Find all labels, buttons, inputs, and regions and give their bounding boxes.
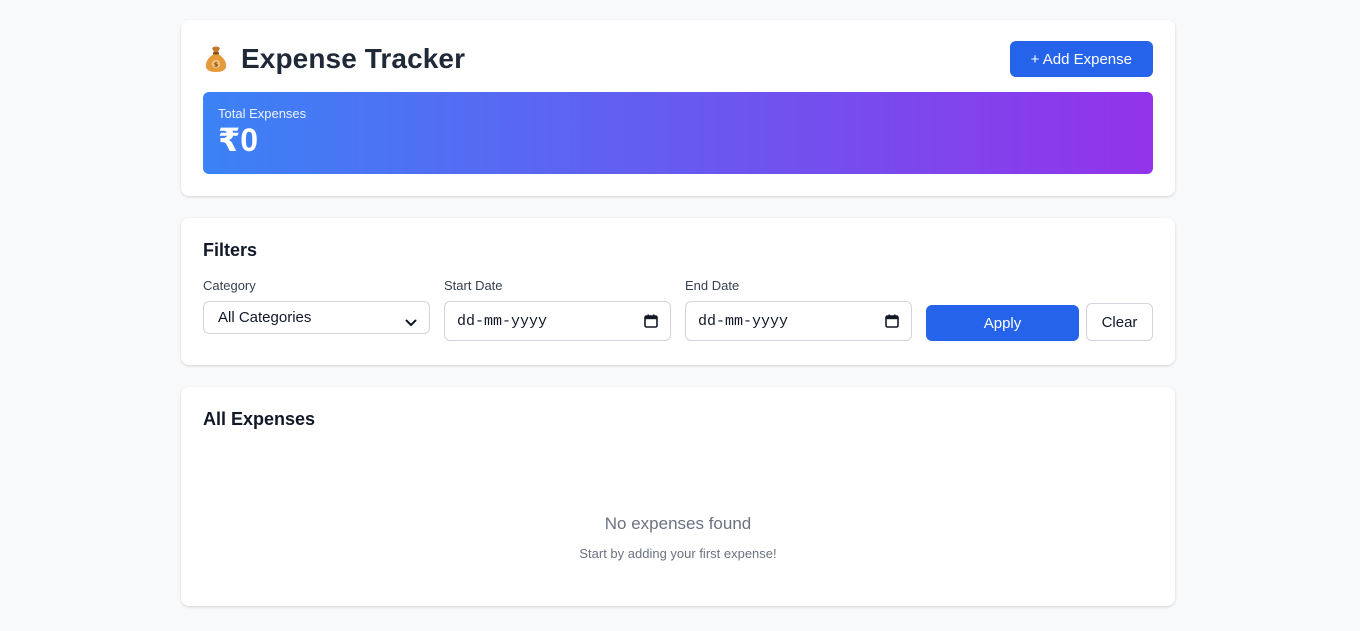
end-date-label: End Date	[685, 278, 740, 293]
category-selected-value: All Categories	[218, 309, 312, 326]
end-date-placeholder: dd-mm-yyyy	[698, 312, 789, 330]
empty-state-title: No expenses found	[604, 514, 752, 533]
calendar-icon[interactable]	[885, 314, 899, 328]
calendar-icon[interactable]	[644, 314, 658, 328]
total-expenses-value: ₹0	[218, 122, 259, 158]
start-date-input[interactable]: dd-mm-yyyy	[444, 301, 671, 341]
expenses-title: All Expenses	[203, 409, 316, 429]
header-card: $ Expense Tracker + Add Expense Total Ex…	[181, 20, 1175, 196]
chevron-down-icon	[405, 314, 417, 326]
category-label: Category	[203, 278, 256, 293]
total-expenses-label: Total Expenses	[218, 106, 307, 121]
add-expense-button[interactable]: + Add Expense	[1009, 41, 1153, 77]
filters-card: Filters Category All Categories Start Da…	[181, 218, 1175, 365]
start-date-field: Start Date dd-mm-yyyy	[444, 279, 671, 341]
clear-filters-button[interactable]: Clear	[1086, 303, 1153, 341]
start-date-placeholder: dd-mm-yyyy	[457, 312, 548, 330]
expenses-list-card: All Expenses No expenses found Start by …	[181, 387, 1175, 606]
filters-title: Filters	[203, 240, 258, 260]
empty-state: No expenses found Start by adding your f…	[203, 514, 1153, 561]
apply-filters-button[interactable]: Apply	[926, 305, 1079, 341]
end-date-field: End Date dd-mm-yyyy	[685, 279, 912, 341]
category-select[interactable]: All Categories	[203, 301, 430, 334]
category-field: Category All Categories	[203, 279, 430, 341]
empty-state-subtitle: Start by adding your first expense!	[579, 546, 777, 561]
svg-text:$: $	[214, 61, 219, 69]
end-date-input[interactable]: dd-mm-yyyy	[685, 301, 912, 341]
app-container: $ Expense Tracker + Add Expense Total Ex…	[181, 20, 1175, 606]
total-expenses-banner: Total Expenses ₹0	[203, 92, 1153, 174]
header-row: $ Expense Tracker + Add Expense	[203, 41, 1153, 77]
start-date-label: Start Date	[444, 278, 503, 293]
money-bag-icon: $	[203, 45, 229, 73]
filters-row: Category All Categories Start Date dd-mm…	[203, 279, 1153, 341]
page-title: Expense Tracker	[241, 43, 466, 74]
title-wrap: $ Expense Tracker	[203, 43, 465, 75]
